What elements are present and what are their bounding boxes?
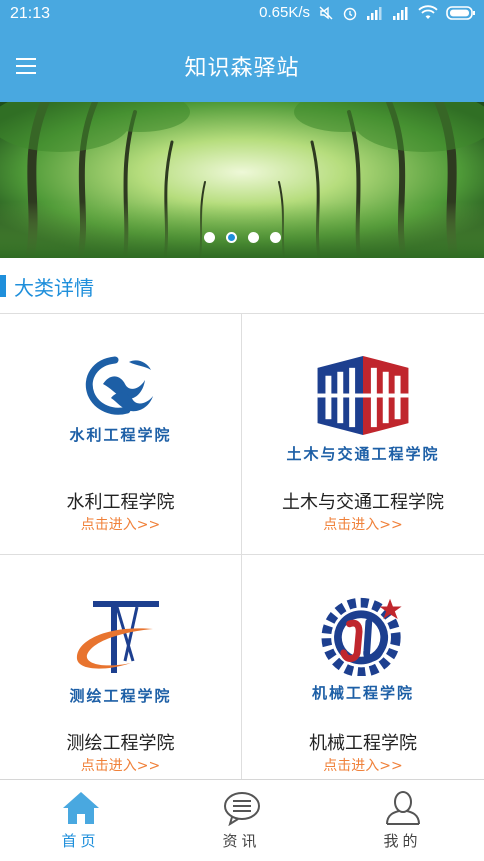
carousel-dot[interactable] bbox=[248, 232, 259, 243]
college-card-surveying[interactable]: 测绘工程学院 测绘工程学院 点击进入>> bbox=[0, 555, 242, 780]
enter-link[interactable]: 点击进入>> bbox=[0, 514, 241, 534]
college-logo: 测绘工程学院 bbox=[0, 599, 241, 709]
app-title: 知识森驿站 bbox=[184, 56, 300, 81]
college-logo: 水利工程学院 bbox=[0, 354, 241, 464]
college-name: 土木与交通工程学院 bbox=[282, 492, 444, 513]
water-wave-logo-icon bbox=[85, 356, 153, 415]
enter-link[interactable]: 点击进入>> bbox=[242, 755, 484, 775]
wifi-icon bbox=[418, 4, 438, 19]
carousel-dot[interactable] bbox=[270, 232, 281, 243]
nav-news[interactable]: 资讯 bbox=[161, 780, 322, 861]
college-card-mechanical[interactable]: 机械工程学院 机械工程学院 点击进入>> bbox=[242, 555, 484, 780]
section-accent-bar bbox=[0, 275, 6, 297]
carousel-dot[interactable] bbox=[204, 232, 215, 243]
battery-icon bbox=[446, 5, 475, 20]
college-card-civil-transport[interactable]: 土木与交通工程学院 土木与交通工程学院 点击进入>> bbox=[242, 314, 484, 555]
section-header: 大类详情 bbox=[0, 258, 484, 314]
network-speed: 0.65K/s bbox=[259, 4, 310, 21]
carousel-dot-active[interactable] bbox=[226, 232, 237, 243]
status-time: 21:13 bbox=[10, 5, 51, 22]
college-name: 机械工程学院 bbox=[309, 733, 417, 754]
home-icon bbox=[62, 792, 99, 824]
college-logo: 土木与交通工程学院 bbox=[242, 354, 484, 464]
college-logo: 机械工程学院 bbox=[242, 593, 484, 703]
section-title: 大类详情 bbox=[14, 276, 94, 300]
nav-mine[interactable]: 我的 bbox=[322, 780, 483, 861]
app-bar: 知识森驿站 bbox=[0, 30, 484, 102]
nav-mine-label: 我的 bbox=[383, 832, 422, 850]
nav-news-label: 资讯 bbox=[222, 832, 261, 850]
enter-link[interactable]: 点击进入>> bbox=[0, 755, 241, 775]
nav-home-label: 首页 bbox=[61, 832, 100, 850]
college-name: 水利工程学院 bbox=[66, 492, 175, 513]
alarm-icon bbox=[343, 7, 357, 20]
bottom-navigation: 首页 资讯 我的 bbox=[0, 779, 484, 861]
logo-caption: 土木与交通工程学院 bbox=[286, 445, 440, 463]
signal-icon bbox=[367, 6, 382, 20]
hd-signal-icon bbox=[393, 6, 408, 20]
logo-caption: 测绘工程学院 bbox=[69, 687, 172, 705]
chat-bubble-icon bbox=[223, 792, 260, 826]
building-logo-icon bbox=[317, 355, 409, 436]
status-bar: 21:13 0.65K/s bbox=[0, 0, 484, 30]
enter-link[interactable]: 点击进入>> bbox=[242, 514, 484, 534]
nav-home[interactable]: 首页 bbox=[0, 780, 161, 861]
college-card-water[interactable]: 水利工程学院 水利工程学院 点击进入>> bbox=[0, 314, 242, 555]
college-name: 测绘工程学院 bbox=[66, 733, 175, 754]
mute-icon bbox=[319, 6, 333, 19]
carousel-indicators bbox=[204, 232, 281, 243]
surveying-logo-icon bbox=[76, 601, 159, 673]
user-icon bbox=[385, 791, 420, 825]
logo-caption: 水利工程学院 bbox=[69, 426, 172, 444]
status-icons: 0.65K/s bbox=[259, 4, 476, 21]
gear-logo-icon bbox=[321, 597, 402, 676]
logo-caption: 机械工程学院 bbox=[311, 684, 414, 702]
